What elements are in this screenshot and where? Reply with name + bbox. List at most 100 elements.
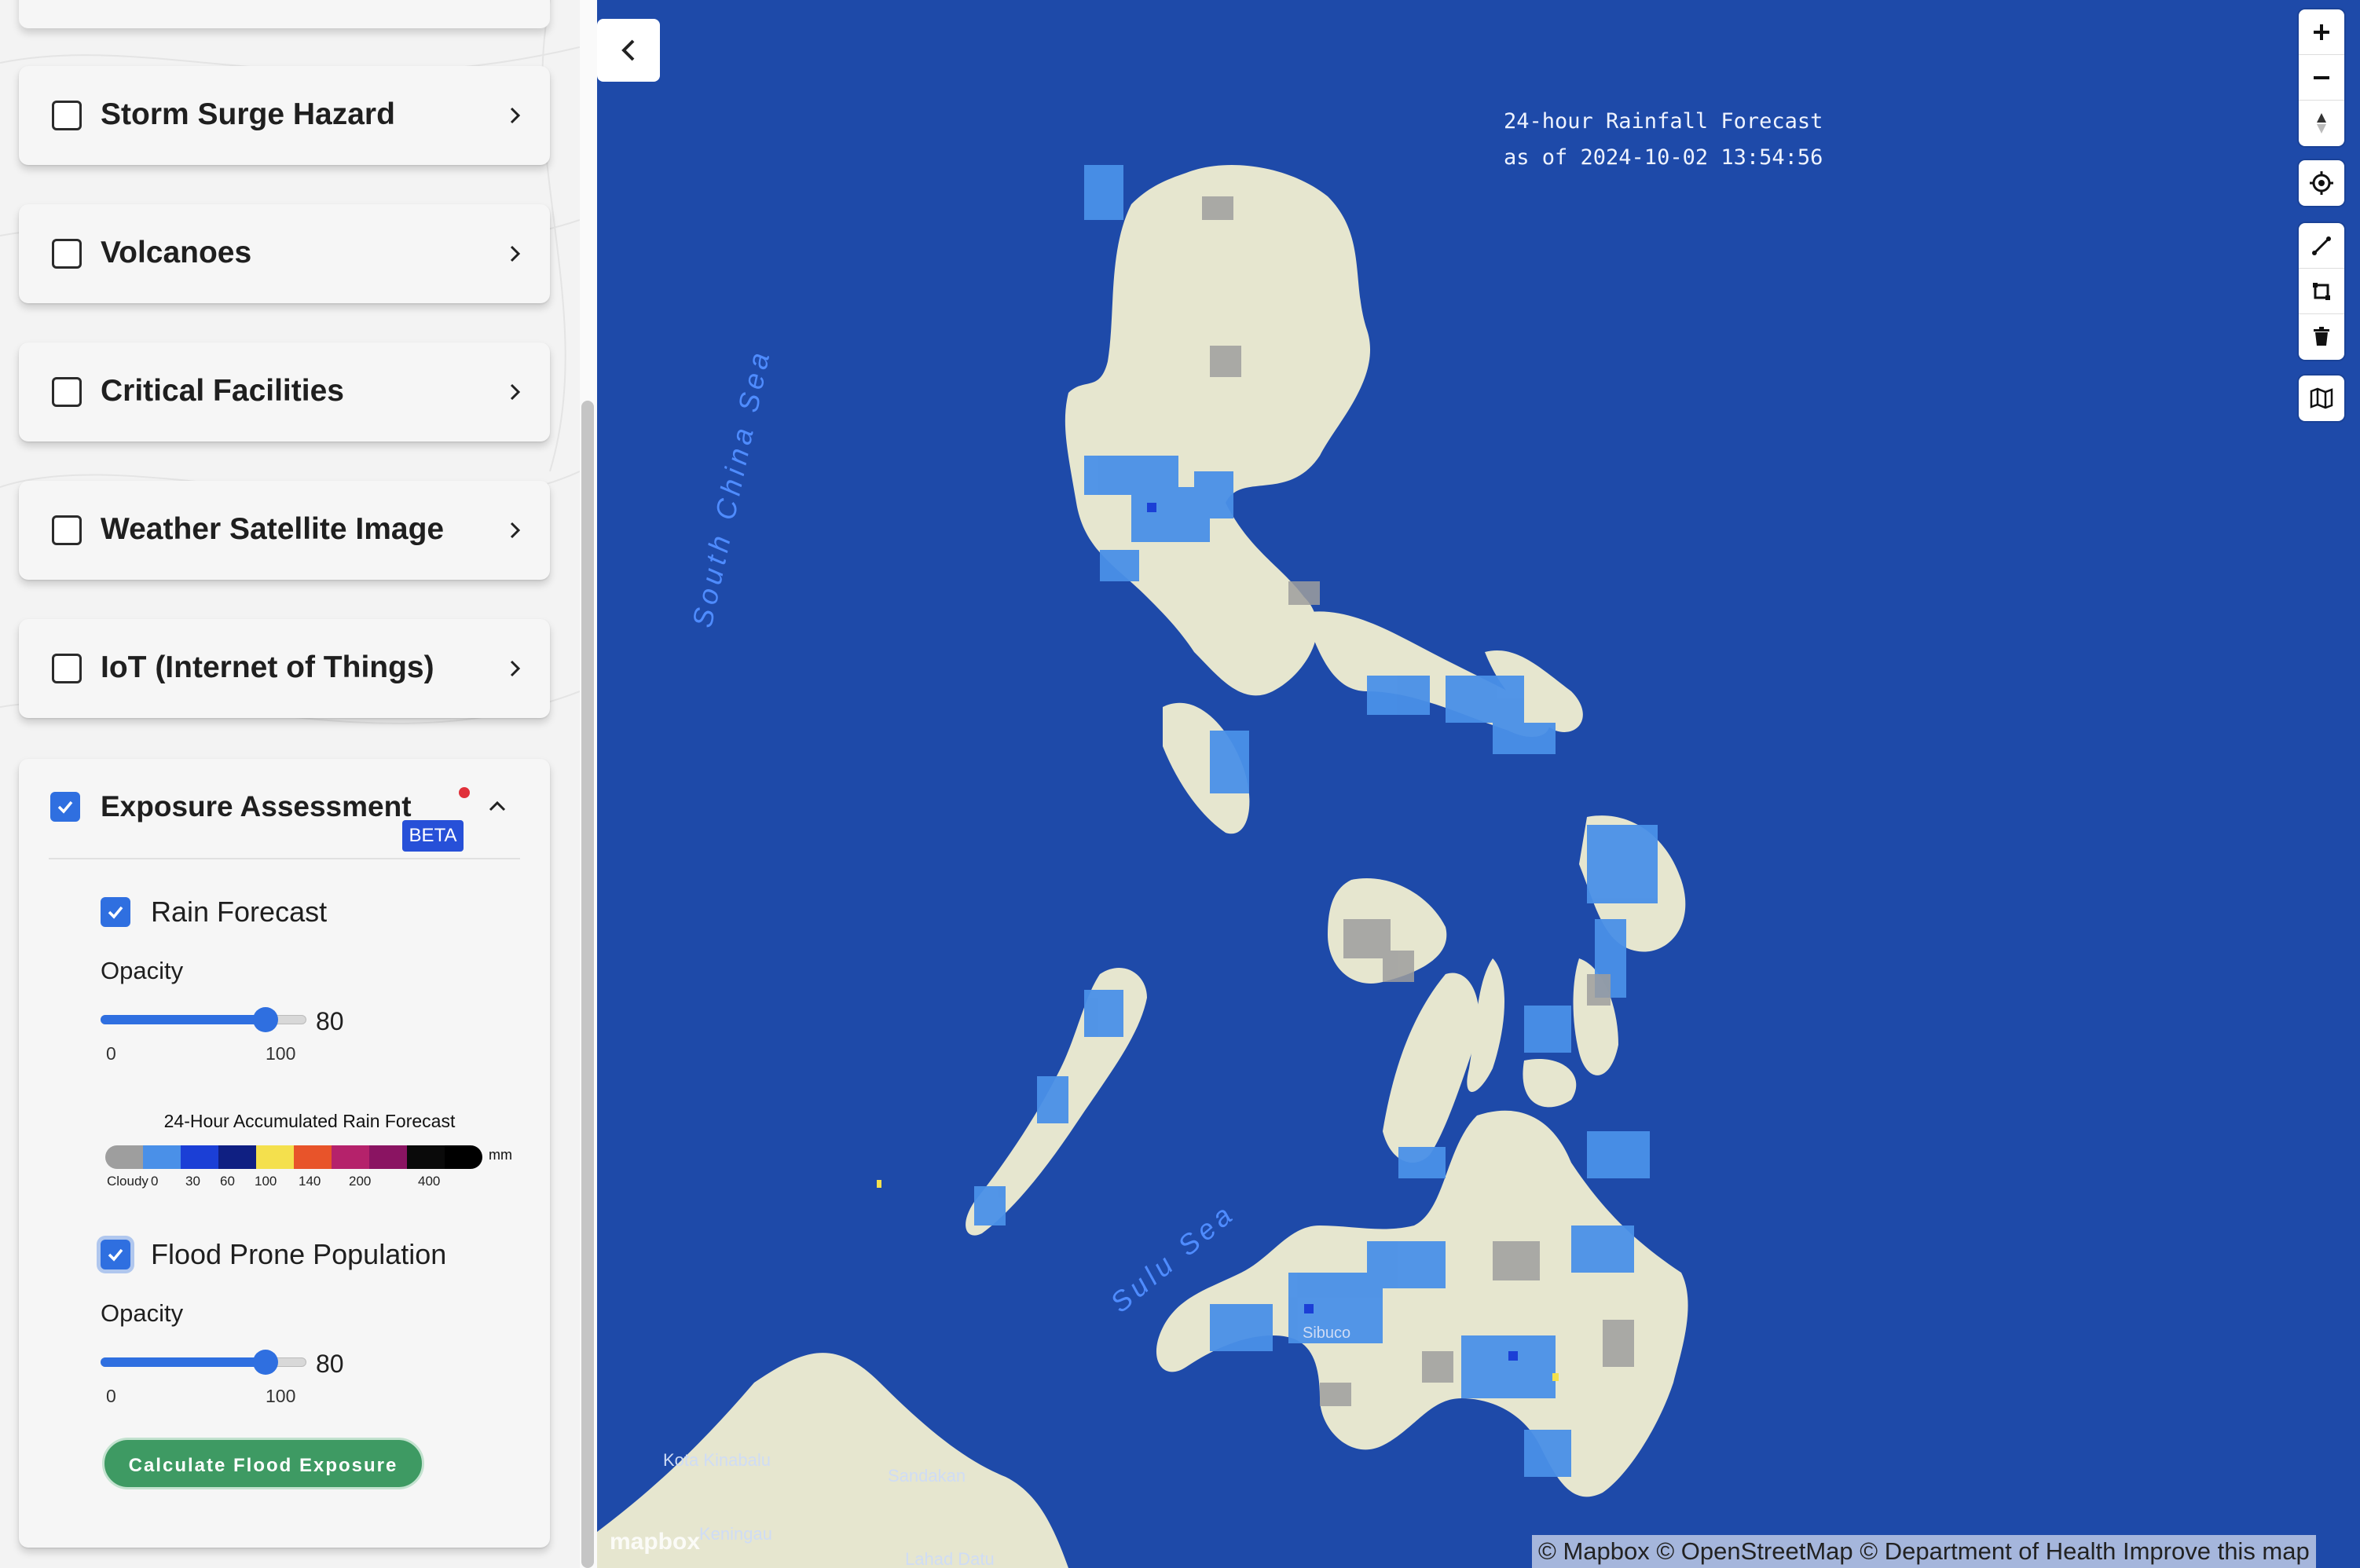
exposure-assessment-label: Exposure Assessment <box>101 790 412 822</box>
calculate-flood-exposure-button[interactable]: Calculate Flood Exposure <box>102 1438 424 1489</box>
check-icon <box>108 1248 123 1262</box>
weather-satellite-label: Weather Satellite Image <box>101 512 445 546</box>
legend-swatch <box>256 1145 294 1169</box>
beta-badge: BETA <box>402 820 464 852</box>
place-label-lahad-datu: Lahad Datu <box>905 1549 995 1568</box>
chevron-right-icon[interactable] <box>503 380 526 404</box>
compass-icon <box>2317 113 2326 134</box>
chevron-up-icon[interactable] <box>486 795 509 819</box>
rain-forecast-label: Rain Forecast <box>151 896 328 928</box>
chevron-right-icon[interactable] <box>503 518 526 542</box>
chevron-right-icon[interactable] <box>503 104 526 127</box>
crosshair-icon <box>2310 171 2333 195</box>
legend-tick: 400 <box>418 1174 441 1189</box>
mapbox-logo[interactable]: mapbox <box>610 1529 700 1555</box>
rain-opacity-slider[interactable] <box>101 1004 306 1035</box>
draw-polygon-button[interactable] <box>2299 269 2344 314</box>
chevron-right-icon[interactable] <box>503 657 526 680</box>
card-divider <box>49 858 520 859</box>
notification-dot <box>459 787 470 798</box>
flood-slider-min: 0 <box>106 1386 116 1406</box>
flood-opacity-label: Opacity <box>101 1299 184 1327</box>
slider-fill <box>101 1357 266 1367</box>
map-attribution[interactable]: © Mapbox © OpenStreetMap © Department of… <box>1532 1535 2316 1568</box>
legend-tick: 100 <box>255 1174 277 1189</box>
legend-tick: 0 <box>151 1174 159 1189</box>
layer-card-iot[interactable]: IoT (Internet of Things) <box>19 619 550 718</box>
sidebar-scrollbar-thumb[interactable] <box>581 401 594 1568</box>
zoom-in-button[interactable] <box>2299 9 2344 55</box>
flood-opacity-value: 80 <box>316 1350 344 1378</box>
polygon-icon <box>2313 283 2330 300</box>
legend-swatch <box>332 1145 369 1169</box>
rainfall-forecast-caption: 24-hour Rainfall Forecast as of 2024-10-… <box>1504 104 1823 176</box>
rain-legend-unit: mm <box>489 1147 512 1163</box>
flood-prone-checkbox[interactable] <box>101 1240 130 1269</box>
chevron-left-icon <box>621 39 635 61</box>
legend-swatch <box>105 1145 143 1169</box>
legend-swatch <box>143 1145 181 1169</box>
draw-controls <box>2299 223 2344 360</box>
check-icon <box>57 800 73 814</box>
layer-card-partial <box>19 0 550 28</box>
legend-swatch <box>407 1145 445 1169</box>
legend-tick: 140 <box>299 1174 321 1189</box>
legend-swatch <box>445 1145 482 1169</box>
minus-icon <box>2314 76 2329 79</box>
trash-button[interactable] <box>2299 314 2344 360</box>
iot-label: IoT (Internet of Things) <box>101 650 434 684</box>
volcanoes-checkbox[interactable] <box>52 239 82 269</box>
forecast-timestamp-line: as of 2024-10-02 13:54:56 <box>1504 145 1823 170</box>
chevron-right-icon[interactable] <box>503 242 526 266</box>
legend-swatch <box>218 1145 256 1169</box>
legend-tick: 60 <box>220 1174 235 1189</box>
slider-fill <box>101 1015 266 1024</box>
iot-checkbox[interactable] <box>52 654 82 683</box>
legend-tick: 200 <box>349 1174 372 1189</box>
slider-thumb[interactable] <box>252 1350 278 1375</box>
rain-opacity-value: 80 <box>316 1007 344 1035</box>
line-icon <box>2312 236 2331 255</box>
collapse-sidebar-button[interactable] <box>597 19 660 82</box>
geolocate-button[interactable] <box>2299 160 2344 206</box>
volcanoes-label: Volcanoes <box>101 236 252 269</box>
flood-opacity-slider[interactable] <box>101 1346 306 1378</box>
storm-surge-label: Storm Surge Hazard <box>101 97 395 131</box>
rain-opacity-label: Opacity <box>101 957 184 984</box>
layer-card-volcanoes[interactable]: Volcanoes <box>19 204 550 303</box>
rain-forecast-checkbox[interactable] <box>101 897 130 927</box>
rain-legend-title: 24-Hour Accumulated Rain Forecast <box>163 1111 456 1131</box>
style-control <box>2299 376 2344 421</box>
map-canvas[interactable]: South China Sea Sulu Sea Kota Kinabalu S… <box>597 0 2360 1568</box>
draw-line-button[interactable] <box>2299 223 2344 269</box>
legend-swatch <box>181 1145 218 1169</box>
weather-satellite-checkbox[interactable] <box>52 515 82 545</box>
map-basemap <box>597 165 1688 1568</box>
critical-facilities-checkbox[interactable] <box>52 377 82 407</box>
zoom-out-button[interactable] <box>2299 55 2344 101</box>
legend-tick: 30 <box>185 1174 200 1189</box>
legend-swatch <box>369 1145 407 1169</box>
check-icon <box>108 906 123 919</box>
navigation-controls <box>2299 9 2344 146</box>
rain-legend-bar <box>105 1145 482 1169</box>
map-style-button[interactable] <box>2299 376 2344 421</box>
legend-tick: Cloudy <box>107 1174 148 1189</box>
exposure-assessment-checkbox[interactable] <box>50 792 80 822</box>
layer-card-critical-facilities[interactable]: Critical Facilities <box>19 343 550 441</box>
storm-surge-checkbox[interactable] <box>52 101 82 130</box>
rain-slider-max: 100 <box>266 1043 296 1064</box>
trash-icon <box>2314 327 2329 346</box>
critical-facilities-label: Critical Facilities <box>101 374 344 408</box>
layers-sidebar: Storm Surge Hazard Volcanoes Critical Fa… <box>0 0 580 1568</box>
compass-button[interactable] <box>2299 101 2344 146</box>
layer-card-weather-satellite[interactable]: Weather Satellite Image <box>19 481 550 580</box>
geolocate-control <box>2299 160 2344 206</box>
flood-slider-max: 100 <box>266 1386 296 1406</box>
slider-thumb[interactable] <box>252 1007 278 1032</box>
place-label-sibuco: Sibuco <box>1303 1324 1351 1342</box>
place-label-sandakan: Sandakan <box>888 1466 966 1486</box>
rain-slider-min: 0 <box>106 1043 116 1064</box>
layer-card-storm-surge[interactable]: Storm Surge Hazard <box>19 66 550 165</box>
place-label-keningau: Keningau <box>699 1524 772 1544</box>
